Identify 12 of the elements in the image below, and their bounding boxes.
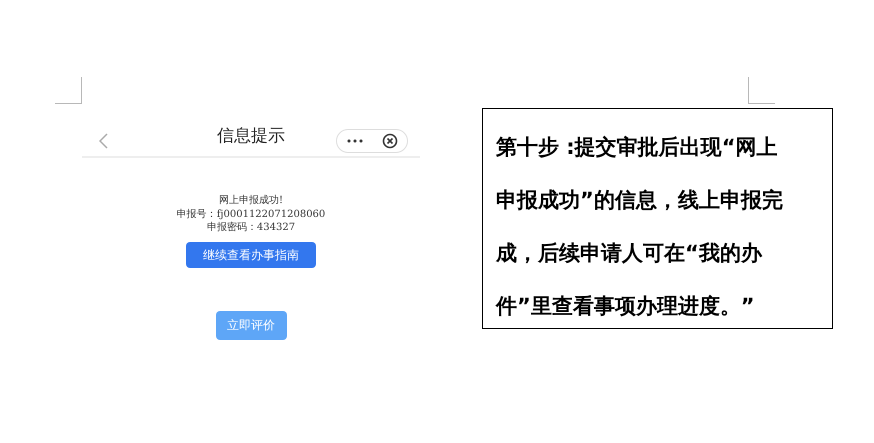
- message-line: 网上申报成功!: [218, 194, 284, 208]
- step-description: 第十步 :提交审批后出现“网上申报成功”的信息，线上申报完成，后续申请人可在“我的办件”里查看事项办理进度。”: [496, 134, 784, 320]
- close-icon[interactable]: [382, 133, 398, 149]
- page-title: 信息提示: [217, 125, 285, 148]
- more-icon[interactable]: [346, 139, 362, 143]
- message-line: 申报密码：434327: [206, 221, 296, 234]
- message-line: 申报号：fj0001122071208060: [176, 208, 326, 221]
- rate-button[interactable]: 立即评价: [216, 310, 286, 340]
- capsule-menu[interactable]: [336, 129, 408, 153]
- crop-mark: [748, 77, 775, 104]
- crop-mark: [55, 77, 82, 104]
- guide-button[interactable]: 继续查看办事指南: [186, 242, 316, 268]
